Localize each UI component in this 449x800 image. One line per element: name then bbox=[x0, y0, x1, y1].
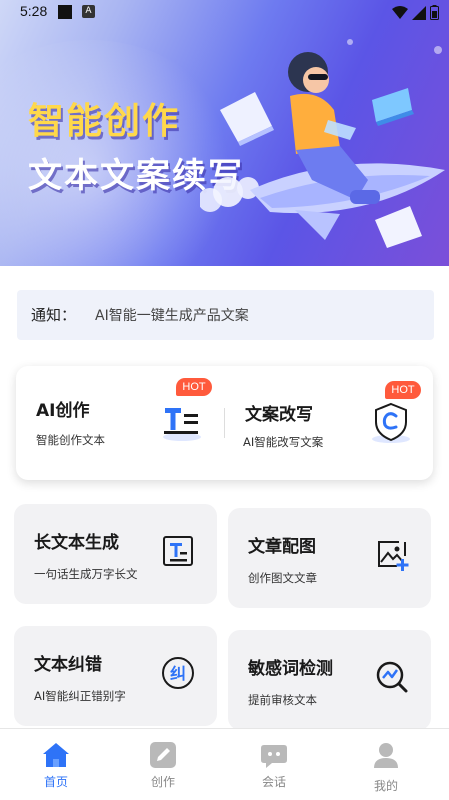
card-title: 文章配图 bbox=[248, 537, 316, 557]
card-subtitle: 提前审核文本 bbox=[248, 693, 317, 707]
bottom-tab-bar: 首页 创作 会话 我的 bbox=[0, 728, 449, 800]
long-text-icon bbox=[163, 536, 193, 566]
home-icon bbox=[43, 743, 69, 767]
tab-label: 我的 bbox=[373, 779, 398, 793]
ai-create-entry[interactable]: AI创作 智能创作文本 HOT bbox=[16, 366, 224, 480]
notification-a-icon: A bbox=[82, 5, 95, 18]
notice-label: 通知： bbox=[31, 306, 77, 324]
signal-icon bbox=[412, 5, 426, 20]
tab-label: 首页 bbox=[43, 775, 68, 789]
status-time: 5:28 bbox=[20, 3, 48, 19]
featured-card: AI创作 智能创作文本 HOT 文案改写 AI智能改写文案 HOT bbox=[16, 366, 433, 480]
feature-title: AI创作 bbox=[36, 401, 90, 421]
status-bar: 5:28 A bbox=[0, 0, 449, 26]
banner-title-line1: 智能创作 bbox=[28, 101, 181, 142]
feature-subtitle: 智能创作文本 bbox=[36, 433, 105, 447]
long-text-card[interactable]: 长文本生成 一句话生成万字长文 bbox=[14, 504, 217, 604]
hot-badge: HOT bbox=[385, 381, 421, 399]
tab-label: 创作 bbox=[150, 775, 175, 789]
correct-icon: 纠 bbox=[162, 657, 194, 689]
card-subtitle: AI智能纠正错别字 bbox=[34, 689, 126, 703]
tab-create[interactable]: 创作 bbox=[107, 729, 219, 800]
rocket-rider-illustration bbox=[200, 39, 445, 248]
sensitive-word-card[interactable]: 敏感词检测 提前审核文本 bbox=[228, 630, 431, 730]
detect-icon bbox=[376, 661, 408, 693]
card-subtitle: 一句话生成万字长文 bbox=[34, 567, 138, 581]
correct-char: 纠 bbox=[170, 664, 186, 683]
notification-square-icon bbox=[58, 5, 72, 19]
feature-title: 文案改写 bbox=[245, 405, 313, 425]
shield-c-icon bbox=[372, 402, 410, 443]
card-title: 文本纠错 bbox=[34, 655, 102, 675]
tab-profile[interactable]: 我的 bbox=[330, 729, 442, 800]
user-icon bbox=[374, 743, 398, 768]
card-subtitle: 创作图文文章 bbox=[248, 571, 317, 585]
hero-banner[interactable]: 智能创作 文本文案续写 bbox=[0, 0, 449, 266]
battery-icon bbox=[430, 5, 439, 20]
text-format-icon bbox=[163, 408, 201, 441]
book-icon bbox=[220, 92, 274, 146]
hot-badge: HOT bbox=[176, 378, 212, 396]
wifi-icon bbox=[392, 5, 408, 19]
notice-text: AI智能一键生成产品文案 bbox=[95, 308, 249, 324]
rewrite-entry[interactable]: 文案改写 AI智能改写文案 HOT bbox=[225, 366, 433, 480]
chat-icon bbox=[261, 745, 287, 768]
text-correction-card[interactable]: 文本纠错 AI智能纠正错别字 纠 bbox=[14, 626, 217, 726]
article-image-card[interactable]: 文章配图 创作图文文章 bbox=[228, 508, 431, 608]
feature-subtitle: AI智能改写文案 bbox=[243, 435, 324, 449]
book-icon bbox=[375, 206, 422, 248]
status-icons bbox=[392, 5, 439, 20]
card-title: 长文本生成 bbox=[34, 533, 119, 553]
tab-chat[interactable]: 会话 bbox=[218, 729, 330, 800]
notice-bar[interactable]: 通知： AI智能一键生成产品文案 bbox=[17, 290, 434, 340]
add-image-icon bbox=[378, 541, 409, 571]
tab-home[interactable]: 首页 bbox=[0, 729, 112, 800]
card-title: 敏感词检测 bbox=[248, 659, 333, 679]
book-icon bbox=[372, 88, 414, 126]
tab-label: 会话 bbox=[261, 775, 286, 789]
pencil-icon bbox=[150, 742, 176, 768]
